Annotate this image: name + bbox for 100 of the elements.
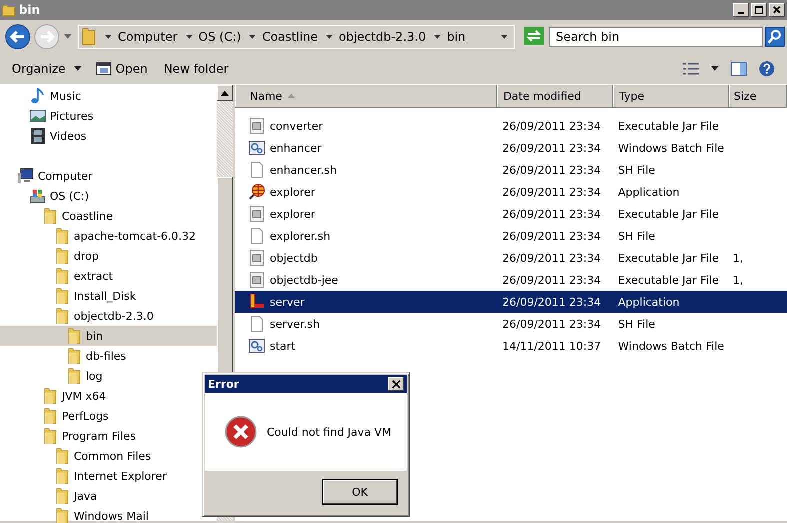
file-name: server <box>270 296 305 308</box>
tree-item[interactable]: Program Files <box>0 426 142 446</box>
folder-icon <box>54 288 70 304</box>
scroll-up-button[interactable] <box>217 85 233 101</box>
tree-label: PerfLogs <box>62 410 109 422</box>
drive-icon <box>30 188 46 204</box>
file-type: Executable Jar File <box>618 208 719 220</box>
tree-item[interactable]: apache-tomcat-6.0.32 <box>0 226 202 246</box>
date-modified: 26/09/2011 23:34 <box>502 120 602 132</box>
preview-pane-icon[interactable] <box>731 62 747 76</box>
tree-item[interactable]: JVM x64 <box>0 386 112 406</box>
tree-item[interactable]: extract <box>0 266 120 286</box>
tree-item[interactable]: drop <box>0 246 105 266</box>
file-row[interactable]: explorer 26/09/2011 23:34 Executable Jar File <box>235 203 787 225</box>
organize-menu[interactable]: Organize <box>10 59 84 79</box>
dropdown-arrow-icon[interactable] <box>711 66 719 72</box>
file-row[interactable]: server 26/09/2011 23:34 Application <box>235 291 787 313</box>
date-modified: 26/09/2011 23:34 <box>502 296 602 308</box>
column-header[interactable]: Name <box>235 85 498 107</box>
folder-icon <box>54 228 70 244</box>
folder-icon <box>66 368 82 384</box>
file-row[interactable]: enhancer 26/09/2011 23:34 Windows Batch File <box>235 137 787 159</box>
tree-label: log <box>86 370 103 382</box>
breadcrumb[interactable]: Coastline <box>262 30 318 44</box>
folder-icon <box>54 448 70 464</box>
folder-icon <box>42 408 58 424</box>
ok-button[interactable]: OK <box>323 480 397 504</box>
tree-item[interactable]: PerfLogs <box>0 406 115 426</box>
date-modified: 26/09/2011 23:34 <box>502 230 602 242</box>
breadcrumb[interactable]: objectdb-2.3.0 <box>339 30 426 44</box>
tree-label: Computer <box>38 170 93 182</box>
dropdown-arrow-icon[interactable] <box>249 34 256 40</box>
search-button[interactable] <box>765 27 785 47</box>
tree-item[interactable]: db-files <box>0 346 132 366</box>
tree-item[interactable]: Computer <box>0 166 99 186</box>
tree-item[interactable]: Pictures <box>0 106 100 126</box>
tree-item[interactable]: Install_Disk <box>0 286 142 306</box>
address-bar[interactable]: Computer OS (C:) Coastline objectdb-2.3.0 bin <box>78 25 515 49</box>
tree-item[interactable]: log <box>0 366 109 386</box>
tree-item[interactable]: Windows Mail <box>0 506 155 523</box>
folder-icon <box>54 468 70 484</box>
breadcrumb[interactable]: Computer <box>118 30 178 44</box>
file-row[interactable]: server.sh 26/09/2011 23:34 SH File <box>235 313 787 335</box>
tree-item[interactable]: Music <box>0 86 88 106</box>
close-button[interactable] <box>769 3 785 17</box>
view-list-icon[interactable] <box>683 62 699 76</box>
error-message: Could not find Java VM <box>267 426 392 438</box>
search-field[interactable]: Search bin <box>549 27 763 47</box>
refresh-button[interactable] <box>523 27 545 47</box>
tree-label: Videos <box>50 130 87 142</box>
date-modified: 26/09/2011 23:34 <box>502 274 602 286</box>
tree-item[interactable]: Java <box>0 486 104 506</box>
jar-file-icon <box>249 272 265 288</box>
dropdown-arrow-icon[interactable] <box>105 34 112 40</box>
file-row[interactable]: start 14/11/2011 10:37 Windows Batch File <box>235 335 787 357</box>
picture-icon <box>30 108 46 124</box>
file-row[interactable]: objectdb 26/09/2011 23:34 Executable Jar File 1, <box>235 247 787 269</box>
tree-item[interactable]: Common Files <box>0 446 158 466</box>
maximize-button[interactable] <box>751 3 767 17</box>
file-type: Application <box>618 296 680 308</box>
computer-icon <box>18 168 34 184</box>
folder-icon <box>54 308 70 324</box>
sort-arrow-icon <box>288 94 296 98</box>
folder-icon <box>42 388 58 404</box>
file-type: SH File <box>618 230 656 242</box>
open-button[interactable]: Open <box>114 59 150 79</box>
dropdown-arrow-icon[interactable] <box>326 34 334 40</box>
file-row[interactable]: explorer.sh 26/09/2011 23:34 SH File <box>235 225 787 247</box>
help-icon[interactable] <box>759 61 775 77</box>
dialog-title: Error <box>208 378 240 390</box>
folder-icon <box>42 208 58 224</box>
tree-item[interactable]: Internet Explorer <box>0 466 173 486</box>
date-modified: 26/09/2011 23:34 <box>502 164 602 176</box>
minimize-button[interactable] <box>733 3 749 17</box>
tree-label: Pictures <box>50 110 94 122</box>
file-row[interactable]: objectdb-jee 26/09/2011 23:34 Executable Jar File 1, <box>235 269 787 291</box>
tree-item[interactable]: bin <box>0 326 217 346</box>
column-header[interactable]: Date modified <box>497 85 614 107</box>
tree-item[interactable]: objectdb-2.3.0 <box>0 306 160 326</box>
file-name: objectdb-jee <box>270 274 338 286</box>
back-button[interactable] <box>4 23 32 51</box>
breadcrumb[interactable]: OS (C:) <box>198 30 242 44</box>
new-folder-button[interactable]: New folder <box>162 59 231 79</box>
tree-item[interactable]: Coastline <box>0 206 120 226</box>
dropdown-arrow-icon[interactable] <box>434 34 442 40</box>
tree-item[interactable]: Videos <box>0 126 93 146</box>
column-header[interactable]: Type <box>613 85 730 107</box>
close-button[interactable] <box>388 377 404 391</box>
dropdown-arrow-icon[interactable] <box>501 34 508 40</box>
dropdown-arrow-icon[interactable] <box>186 34 193 40</box>
file-name: explorer <box>270 208 316 220</box>
file-name: explorer <box>270 186 316 198</box>
column-header[interactable]: Size <box>729 85 787 107</box>
file-type: Windows Batch File <box>618 142 724 154</box>
file-row[interactable]: explorer 26/09/2011 23:34 Application <box>235 181 787 203</box>
file-row[interactable]: enhancer.sh 26/09/2011 23:34 SH File <box>235 159 787 181</box>
maximize-icon <box>754 5 764 15</box>
breadcrumb[interactable]: bin <box>447 30 466 44</box>
file-row[interactable]: converter 26/09/2011 23:34 Executable Jar File <box>235 115 787 137</box>
tree-item[interactable]: OS (C:) <box>0 186 96 206</box>
